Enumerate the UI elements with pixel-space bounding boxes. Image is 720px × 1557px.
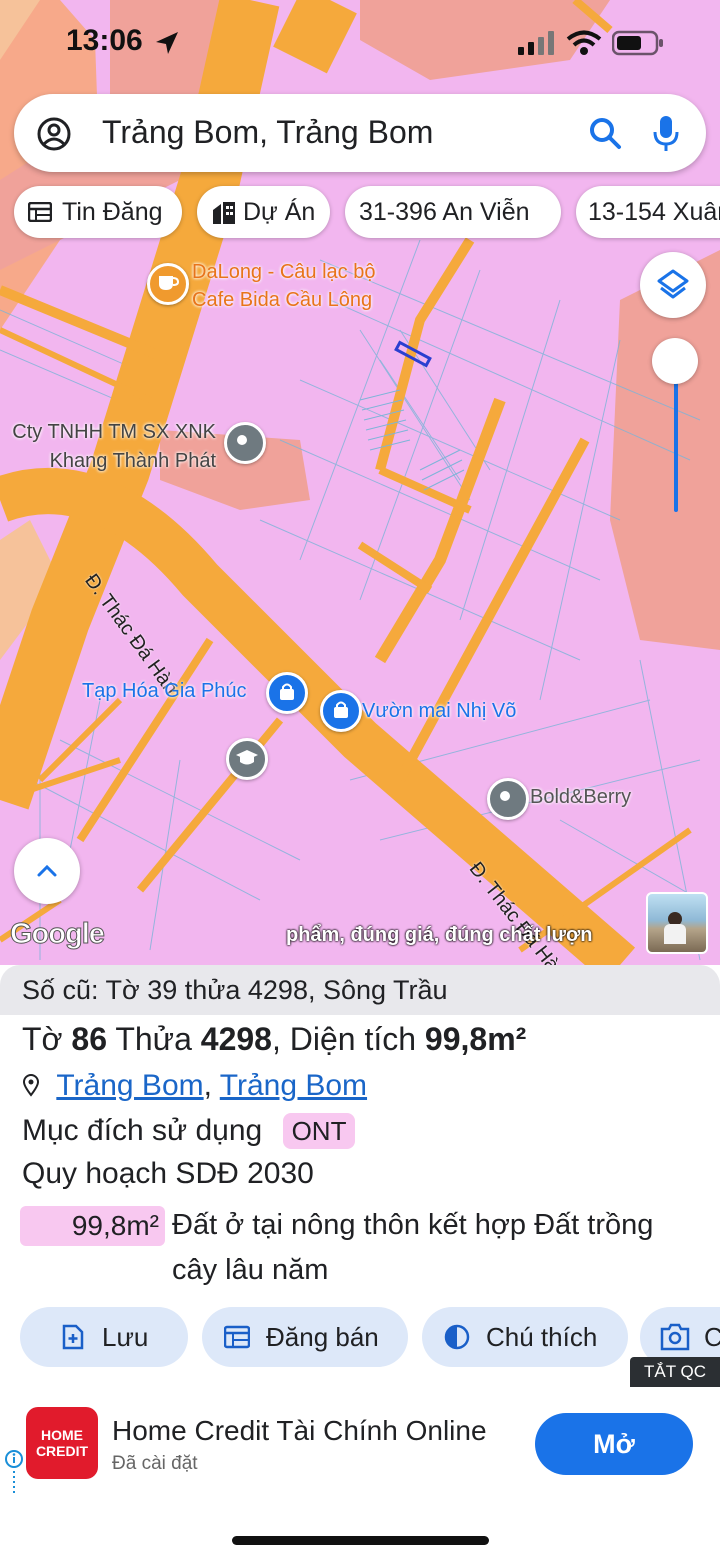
building-icon	[213, 202, 235, 224]
place-icon[interactable]	[224, 422, 266, 464]
chip-tin-dang[interactable]: Tin Đăng	[14, 186, 182, 238]
google-logo: Google	[10, 918, 106, 951]
location-link-2[interactable]: Trảng Bom	[220, 1069, 367, 1102]
ad-banner[interactable]: HOME CREDIT Home Credit Tài Chính Online…	[0, 1387, 720, 1502]
street-photo-thumbnail[interactable]	[646, 892, 708, 954]
place-label-dalong[interactable]: DaLong - Câu lạc bộ Cafe Bida Cầu Lông	[192, 258, 402, 314]
sheet-number: 86	[71, 1021, 108, 1057]
chip-parcel-1[interactable]: 31-396 An Viễn	[345, 186, 561, 238]
contrast-icon	[444, 1324, 470, 1350]
chevron-up-icon	[37, 864, 57, 877]
old-number-text: Số cũ: Tờ 39 thửa 4298, Sông Trầu	[22, 975, 448, 1005]
account-icon[interactable]	[36, 116, 72, 152]
search-icon[interactable]	[588, 116, 622, 150]
school-icon[interactable]	[226, 738, 268, 780]
parcel-title: Tờ 86 Thửa 4298, Diện tích 99,8m²	[22, 1021, 527, 1057]
chip-du-an[interactable]: Dự Án	[197, 186, 330, 238]
home-indicator[interactable]	[232, 1536, 489, 1545]
list-icon	[28, 202, 52, 222]
location-arrow-icon	[156, 32, 178, 54]
microphone-icon[interactable]	[652, 114, 680, 152]
camera-icon	[660, 1323, 690, 1351]
purpose-row: Mục đích sử dụng ONT	[22, 1113, 356, 1149]
chip-label: 13-154 Xuân	[588, 198, 720, 226]
chip-label: 31-396 An Viễn	[359, 198, 530, 226]
expand-up-button[interactable]	[14, 838, 80, 904]
place-label-tap-hoa-gia-phuc[interactable]: Tạp Hóa Gia Phúc	[82, 680, 247, 703]
ad-title: Home Credit Tài Chính Online	[112, 1415, 487, 1446]
chip-label: Dự Án	[243, 198, 316, 226]
home-credit-logo: HOME CREDIT	[26, 1407, 98, 1479]
post-sale-button-label: Đăng bán	[266, 1322, 379, 1352]
location-row: Trảng Bom, Trảng Bom	[22, 1069, 367, 1103]
legend-button-label: Chú thích	[486, 1322, 598, 1352]
parcel-info-panel: Số cũ: Tờ 39 thửa 4298, Sông Trầu Tờ 86 …	[0, 965, 720, 1385]
photo-caption: phẩm, đúng giá, đúng chất lượn	[286, 924, 593, 946]
battery-icon	[612, 30, 663, 56]
ad-info-icon[interactable]	[4, 1449, 24, 1497]
shop-icon[interactable]	[320, 690, 362, 732]
place-label-bold-berry[interactable]: Bold&Berry	[530, 786, 631, 809]
legend-button[interactable]: Chú thích	[422, 1307, 628, 1367]
ad-subtitle: Đã cài đặt	[112, 1453, 198, 1474]
location-pin-icon	[22, 1074, 40, 1097]
add-note-icon	[62, 1324, 84, 1350]
old-number-bar: Số cũ: Tờ 39 thửa 4298, Sông Trầu	[0, 965, 720, 1015]
place-label-vuon-mai[interactable]: Vườn mai Nhị Võ	[362, 700, 516, 723]
save-button-label: Lưu	[102, 1322, 149, 1352]
plot-number: 4298	[200, 1021, 272, 1057]
search-bar[interactable]: Trảng Bom, Trảng Bom	[14, 94, 706, 172]
wifi-icon	[566, 30, 602, 55]
purpose-code-badge: ONT	[282, 1113, 356, 1149]
chip-parcel-2[interactable]: 13-154 Xuân	[576, 186, 720, 238]
open-app-button[interactable]: Mở	[535, 1413, 693, 1475]
search-input[interactable]: Trảng Bom, Trảng Bom	[102, 114, 433, 151]
place-icon[interactable]	[487, 778, 529, 820]
calendar-list-icon	[224, 1325, 250, 1349]
chip-label: Tin Đăng	[62, 198, 163, 226]
layers-button[interactable]	[640, 252, 706, 318]
status-bar: 13:06	[0, 0, 720, 80]
area-value: 99,8m²	[424, 1021, 527, 1057]
status-time: 13:06	[66, 24, 143, 57]
place-label-khang-thanh-phat[interactable]: Cty TNHH TM SX XNK Khang Thành Phát	[0, 418, 216, 476]
close-ad-button[interactable]: TẮT QC	[630, 1357, 720, 1387]
location-link-1[interactable]: Trảng Bom	[56, 1069, 203, 1102]
opacity-slider-handle[interactable]	[652, 338, 698, 384]
map-view[interactable]: 13:06 Trảng Bom, Trảng Bom Tin Đăng Dự Á…	[0, 0, 720, 965]
cafe-icon[interactable]	[147, 263, 189, 305]
layers-icon	[657, 269, 689, 299]
post-sale-button[interactable]: Đăng bán	[202, 1307, 408, 1367]
save-button[interactable]: Lưu	[20, 1307, 188, 1367]
shop-icon[interactable]	[266, 672, 308, 714]
plan-area-badge: 99,8m²	[20, 1206, 165, 1246]
plan-desc-line-2: cây lâu năm	[172, 1254, 329, 1286]
plan-desc-line-1: Đất ở tại nông thôn kết hợp Đất trồng	[172, 1209, 654, 1241]
opacity-slider-track[interactable]	[674, 362, 678, 512]
signal-icon	[518, 31, 554, 55]
plan-label: Quy hoạch SDĐ 2030	[22, 1157, 314, 1190]
